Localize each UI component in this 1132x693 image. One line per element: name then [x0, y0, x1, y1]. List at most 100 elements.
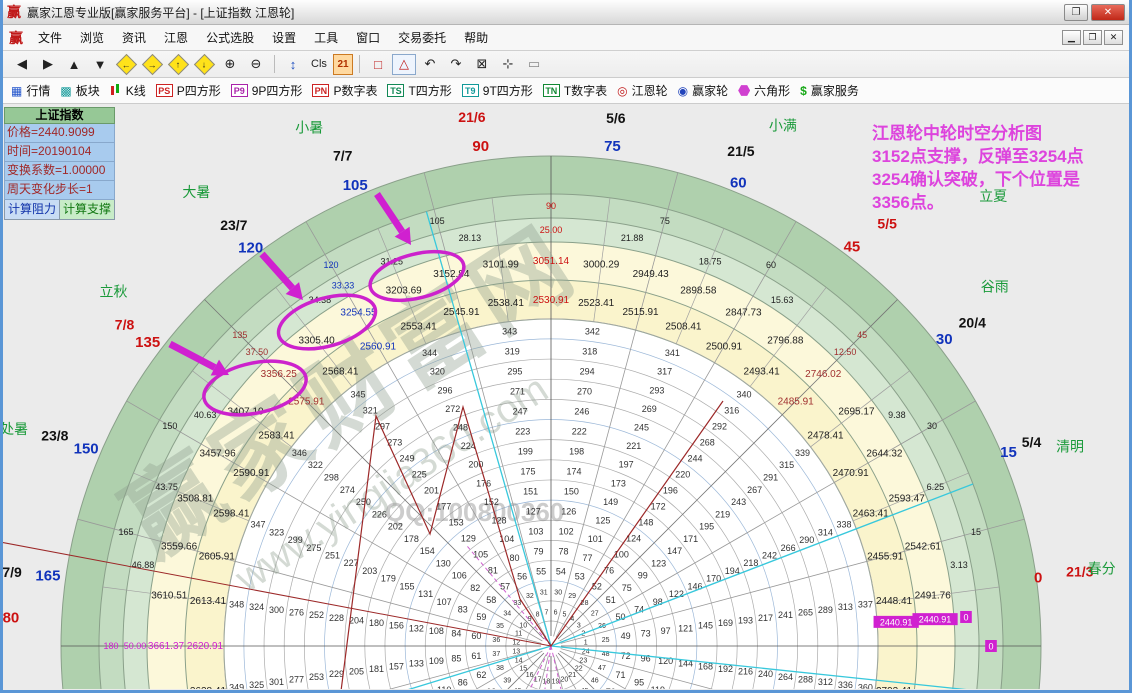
- menu-item-4[interactable]: 公式选股: [197, 28, 263, 48]
- close-button[interactable]: ✕: [1091, 4, 1125, 21]
- spiral-number: 119: [651, 685, 665, 689]
- spiral-number: 58: [486, 595, 496, 605]
- module-t-square[interactable]: TST四方形: [383, 80, 457, 101]
- spiral-number: 323: [269, 527, 284, 537]
- gann-wheel-chart-area[interactable]: 赢家财富网www.yingjia360.comQQ:10080036012345…: [3, 104, 1129, 690]
- spiral-number: 150: [564, 486, 579, 496]
- rotate-cw-button[interactable]: ↷: [444, 54, 468, 75]
- square-tool-button[interactable]: □: [366, 54, 390, 75]
- calc-support-button[interactable]: 计算支撑: [60, 200, 115, 220]
- module-quotes[interactable]: ▦行情: [7, 80, 56, 101]
- price-ring-inner-value: 2605.91: [199, 551, 236, 562]
- spiral-number: 84: [451, 629, 461, 639]
- module-hexagon[interactable]: 六角形: [734, 80, 796, 101]
- price-ring-inner-value: 2590.91: [233, 468, 270, 479]
- step-field[interactable]: 周天变化步长=1: [4, 181, 115, 200]
- module-p-square[interactable]: PSP四方形: [152, 80, 227, 101]
- calc-resistance-button[interactable]: 计算阻力: [4, 200, 60, 220]
- price-ring-outer-value: 2644.32: [866, 449, 903, 460]
- spiral-number: 271: [510, 387, 525, 397]
- spiral-number: 293: [649, 385, 664, 395]
- spiral-number: 55: [536, 566, 546, 576]
- price-ring-inner-value: 2440.91: [880, 617, 913, 627]
- price-ring-outer-value: 2796.88: [767, 336, 804, 347]
- percent-ring-value: 12.50: [834, 347, 857, 357]
- up-triangle-button[interactable]: ▲: [62, 54, 86, 75]
- module-sectors[interactable]: ▩板块: [56, 80, 105, 101]
- menu-item-2[interactable]: 资讯: [113, 28, 155, 48]
- menu-item-8[interactable]: 交易委托: [389, 28, 455, 48]
- diamond-right-button[interactable]: →: [140, 54, 164, 75]
- next-arrow-button[interactable]: ▶: [36, 54, 60, 75]
- spiral-number: 204: [349, 615, 364, 625]
- module-p-table[interactable]: PNP数字表: [308, 80, 383, 101]
- module-t-table[interactable]: TNT数字表: [539, 80, 613, 101]
- menu-item-1[interactable]: 浏览: [71, 28, 113, 48]
- spiral-number: 320: [430, 367, 445, 377]
- outside-degree-label: 135: [135, 334, 160, 351]
- percent-ring-value: 18.75: [699, 257, 722, 267]
- menu-item-0[interactable]: 文件: [29, 28, 71, 48]
- price-ring-outer-value: 3254.55: [340, 308, 377, 319]
- spiral-number: 275: [306, 543, 321, 553]
- toolbar-separator: [274, 55, 275, 73]
- menu-item-5[interactable]: 设置: [263, 28, 305, 48]
- price-ring-outer-value: 2593.47: [889, 494, 926, 505]
- diamond-left-button[interactable]: ←: [114, 54, 138, 75]
- price-ring-outer-value: 2491.76: [915, 591, 952, 602]
- menu-item-9[interactable]: 帮助: [455, 28, 497, 48]
- spiral-number: 295: [507, 367, 522, 377]
- module-9t-square[interactable]: T99T四方形: [458, 80, 539, 101]
- module-9p-square[interactable]: P99P四方形: [227, 80, 309, 101]
- gann-wheel-svg[interactable]: 赢家财富网www.yingjia360.comQQ:10080036012345…: [3, 104, 1129, 689]
- module-gann-wheel[interactable]: ◎江恩轮: [613, 80, 674, 101]
- axis-range-button[interactable]: ↕: [281, 54, 305, 75]
- spiral-number: 151: [523, 486, 538, 496]
- mdi-restore-button[interactable]: ❐: [1083, 30, 1102, 45]
- spiral-number: 47: [598, 665, 606, 672]
- spiral-number: 109: [429, 656, 444, 666]
- coefficient-field[interactable]: 变换系数=1.00000: [4, 162, 115, 181]
- fit-center-button[interactable]: ⊹: [496, 54, 520, 75]
- module-kline[interactable]: K线: [106, 80, 152, 101]
- price-ring-outer-value: 3661.37: [148, 641, 185, 652]
- rotate-ccw-button[interactable]: ↶: [418, 54, 442, 75]
- screen-tool-button[interactable]: ▭: [522, 54, 546, 75]
- price-ring-inner-value: 2500.91: [706, 341, 743, 352]
- spiral-number: 155: [399, 581, 414, 591]
- down-triangle-button[interactable]: ▼: [88, 54, 112, 75]
- menu-item-7[interactable]: 窗口: [347, 28, 389, 48]
- spiral-number: 128: [492, 516, 507, 526]
- zoom-in-button[interactable]: ⊕: [218, 54, 242, 75]
- menu-item-6[interactable]: 工具: [305, 28, 347, 48]
- diamond-up-button[interactable]: ↑: [166, 54, 190, 75]
- spiral-number: 101: [588, 534, 603, 544]
- outside-degree-label: 180: [3, 609, 19, 626]
- diamond-down-button[interactable]: ↓: [192, 54, 216, 75]
- spiral-number: 107: [437, 597, 452, 607]
- spiral-number: 154: [420, 546, 435, 556]
- module-winner-wheel[interactable]: ◉赢家轮: [674, 80, 735, 101]
- spiral-number: 268: [700, 437, 715, 447]
- spiral-number: 125: [595, 516, 610, 526]
- zoom-out-button[interactable]: ⊖: [244, 54, 268, 75]
- price-ring-outer-value: 3000.29: [583, 259, 620, 270]
- time-field[interactable]: 时间=20190104: [4, 143, 115, 162]
- spiral-number: 343: [502, 327, 517, 337]
- cls-button-button[interactable]: Cls: [307, 54, 331, 75]
- outside-degree-label: 15: [1000, 444, 1017, 461]
- price-field[interactable]: 价格=2440.9099: [4, 124, 115, 143]
- restore-button[interactable]: ❐: [1064, 4, 1088, 21]
- menu-item-3[interactable]: 江恩: [155, 28, 197, 48]
- spiral-number: 245: [634, 423, 649, 433]
- box-x-button[interactable]: ⊠: [470, 54, 494, 75]
- triangle-tool-button[interactable]: △: [392, 54, 416, 75]
- calendar-button[interactable]: 21: [333, 54, 353, 75]
- app-logo: 赢: [7, 2, 21, 22]
- prev-arrow-button[interactable]: ◀: [10, 54, 34, 75]
- module-winner-service[interactable]: $赢家服务: [796, 80, 865, 101]
- degree-ring-value: 105: [430, 216, 445, 226]
- mdi-minimize-button[interactable]: ▁: [1062, 30, 1081, 45]
- spiral-number: 21: [568, 672, 576, 679]
- mdi-close-button[interactable]: ✕: [1104, 30, 1123, 45]
